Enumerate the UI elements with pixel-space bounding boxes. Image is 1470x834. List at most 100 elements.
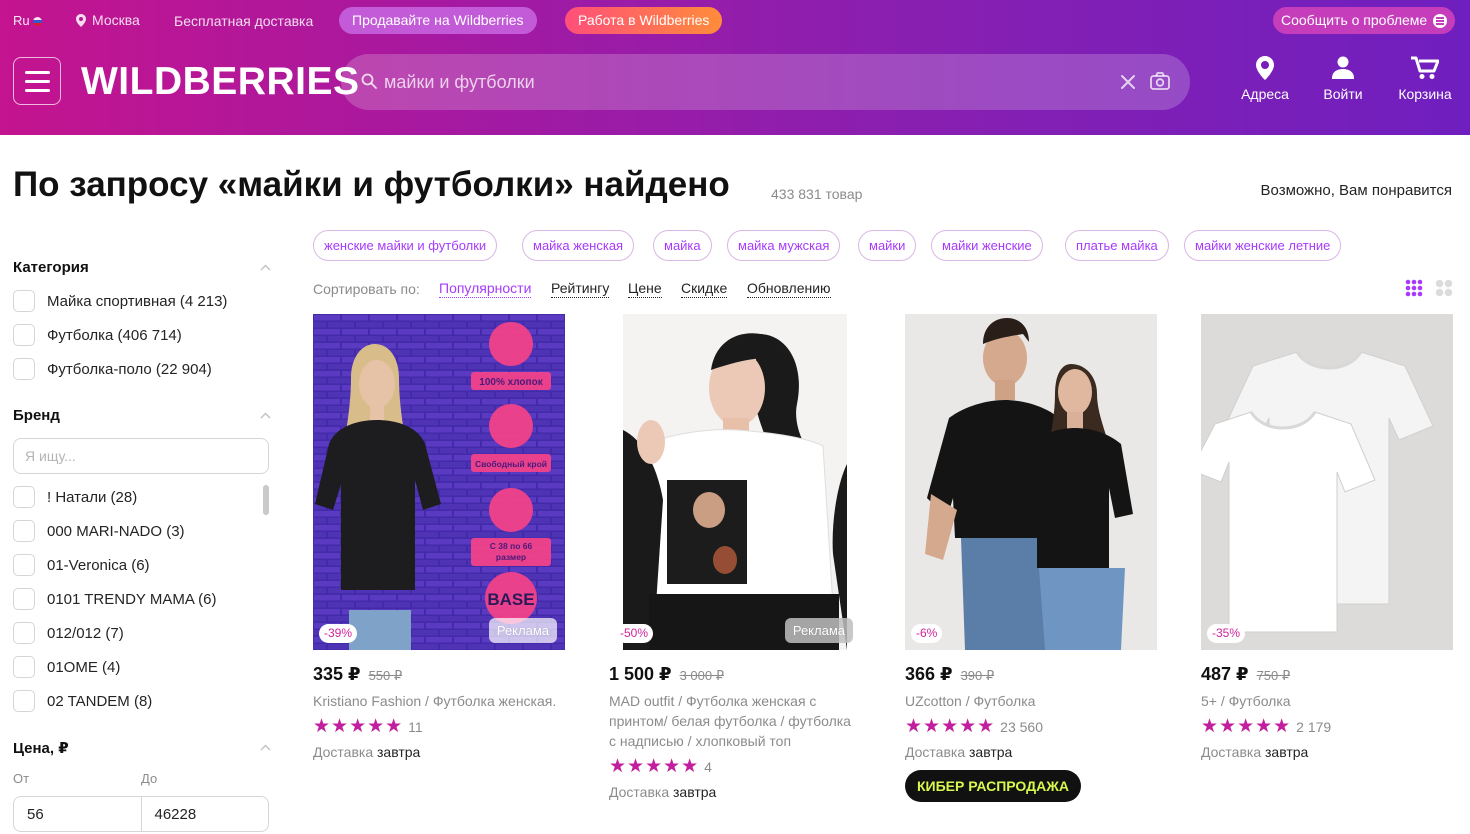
login-button[interactable]: Войти — [1308, 56, 1378, 102]
checkbox[interactable] — [13, 588, 35, 610]
page-title: По запросу «майки и футболки» найдено — [13, 165, 730, 204]
search-tag[interactable]: майка женская — [522, 230, 635, 261]
checkbox[interactable] — [13, 690, 35, 712]
checkbox[interactable] — [13, 290, 35, 312]
search-tag[interactable]: майка мужская — [727, 230, 841, 261]
search-tag[interactable]: майки — [858, 230, 917, 261]
sort-discount[interactable]: Скидке — [681, 280, 728, 298]
price-filter-title: Цена, ₽ — [13, 740, 69, 757]
free-delivery-link[interactable]: Бесплатная доставка — [174, 13, 313, 29]
product-price-row: 335 ₽ 550 ₽ — [313, 664, 573, 685]
brand-option[interactable]: 012/012 (7) — [13, 621, 124, 645]
brand-option[interactable]: 01-Veronica (6) — [13, 553, 150, 577]
product-image[interactable]: 100% хлопок Свободный крой С 38 по 66 ра… — [313, 314, 565, 650]
checkbox[interactable] — [13, 324, 35, 346]
checkbox[interactable] — [13, 486, 35, 508]
search-tag[interactable]: майки женские — [931, 230, 1043, 261]
product-photo: 100% хлопок Свободный крой С 38 по 66 ра… — [313, 314, 565, 650]
review-count: 4 — [704, 758, 712, 775]
grid-large-view-icon[interactable] — [1435, 279, 1453, 297]
product-image[interactable]: -50% Реклама — [609, 314, 861, 650]
search-tag[interactable]: майки женские летние — [1184, 230, 1342, 261]
delivery-date: завтра — [377, 744, 421, 760]
product-name[interactable]: 5+ / Футболка — [1201, 691, 1453, 711]
price-from-input[interactable]: 56 — [14, 797, 141, 831]
grid-small-view-icon[interactable] — [1405, 279, 1423, 297]
cyber-sale-badge[interactable]: КИБЕР РАСПРОДАЖА — [905, 770, 1081, 802]
language-label: Ru — [13, 13, 30, 28]
rating-stars: ★★★★★ — [905, 716, 996, 737]
product-image[interactable]: -35% — [1201, 314, 1453, 650]
brand-option[interactable]: ! Натали (28) — [13, 485, 137, 509]
clear-search-icon[interactable] — [1119, 73, 1137, 91]
brand-option[interactable]: 02 TANDEM (8) — [13, 689, 152, 713]
city-selector[interactable]: Москва — [76, 12, 140, 28]
location-pin-icon — [76, 13, 86, 27]
logo[interactable]: WILDBERRIES — [81, 60, 360, 104]
brand-option[interactable]: 0101 TRENDY MAMA (6) — [13, 587, 217, 611]
cart-icon — [1411, 56, 1439, 79]
rating-stars: ★★★★★ — [609, 756, 700, 777]
addresses-label: Адреса — [1241, 86, 1289, 102]
delivery-date: завтра — [1265, 744, 1309, 760]
search-input[interactable] — [384, 54, 1104, 110]
brand-list-scrollbar[interactable] — [263, 485, 269, 515]
brand-option[interactable]: 01OME (4) — [13, 655, 120, 679]
chevron-up-icon[interactable] — [260, 412, 271, 419]
product-card[interactable]: -35% 487 ₽ 750 ₽ 5+ / Футболка ★★★★★ 2 179… — [1201, 314, 1461, 760]
product-name[interactable]: UZcotton / Футболка — [905, 691, 1157, 711]
location-pin-icon — [1256, 56, 1274, 80]
menu-button[interactable] — [13, 57, 61, 105]
brand-search-input[interactable] — [13, 438, 269, 474]
checkbox[interactable] — [13, 358, 35, 380]
sort-rating[interactable]: Рейтингу — [551, 280, 610, 298]
image-caption-base: BASE — [487, 590, 534, 609]
camera-search-icon[interactable] — [1150, 72, 1170, 90]
work-at-wildberries-button[interactable]: Работа в Wildberries — [565, 7, 723, 34]
image-caption-size-word: размер — [496, 552, 526, 562]
sort-updated[interactable]: Обновлению — [747, 280, 831, 298]
sell-on-wildberries-button[interactable]: Продавайте на Wildberries — [339, 7, 537, 34]
delivery-info: Доставка завтра — [609, 784, 869, 800]
language-switcher[interactable]: Ru — [13, 13, 42, 28]
brand-option-label: ! Натали (28) — [47, 488, 138, 506]
search-tag[interactable]: майка — [653, 230, 712, 261]
cart-label: Корзина — [1398, 86, 1452, 102]
product-name[interactable]: Kristiano Fashion / Футболка женская. — [313, 691, 565, 711]
product-name[interactable]: MAD outfit / Футболка женская с принтом/… — [609, 691, 861, 751]
chevron-up-icon[interactable] — [260, 744, 271, 751]
delivery-prefix: Доставка — [313, 744, 378, 760]
category-option[interactable]: Футболка (406 714) — [13, 323, 182, 347]
old-price: 3 000 ₽ — [679, 668, 724, 683]
price-from-label: От — [13, 771, 30, 786]
brand-option-label: 01-Veronica (6) — [47, 556, 150, 574]
brand-option[interactable]: 000 MARI-NADO (3) — [13, 519, 185, 543]
product-card[interactable]: -6% 366 ₽ 390 ₽ UZcotton / Футболка ★★★★★… — [905, 314, 1165, 802]
search-tag[interactable]: платье майка — [1065, 230, 1169, 261]
top-bar: Ru Москва Бесплатная доставка Продавайте… — [0, 0, 1470, 42]
sort-price[interactable]: Цене — [628, 280, 662, 298]
brand-option-label: 02 TANDEM (8) — [47, 692, 153, 710]
chevron-up-icon[interactable] — [260, 264, 271, 271]
checkbox[interactable] — [13, 622, 35, 644]
price-to-label: До — [141, 771, 158, 786]
price-to-input[interactable]: 46228 — [140, 797, 269, 831]
product-card[interactable]: 100% хлопок Свободный крой С 38 по 66 ра… — [313, 314, 573, 760]
product-photo — [1201, 314, 1453, 650]
product-image[interactable]: -6% — [905, 314, 1157, 650]
search-tag[interactable]: женские майки и футболки — [313, 230, 498, 261]
discount-badge: -6% — [911, 624, 943, 643]
sort-popularity[interactable]: Популярности — [439, 280, 532, 298]
product-card[interactable]: -50% Реклама 1 500 ₽ 3 000 ₽ MAD outfit /… — [609, 314, 869, 800]
checkbox[interactable] — [13, 656, 35, 678]
addresses-button[interactable]: Адреса — [1230, 56, 1300, 102]
category-option[interactable]: Футболка-поло (22 904) — [13, 357, 212, 381]
review-count: 23 560 — [1000, 718, 1043, 735]
checkbox[interactable] — [13, 520, 35, 542]
cart-button[interactable]: Корзина — [1390, 56, 1460, 102]
report-problem-button[interactable]: Сообщить о проблеме — [1273, 7, 1456, 34]
site-header: Ru Москва Бесплатная доставка Продавайте… — [0, 0, 1470, 135]
category-option[interactable]: Майка спортивная (4 213) — [13, 289, 227, 313]
checkbox[interactable] — [13, 554, 35, 576]
delivery-prefix: Доставка — [905, 744, 970, 760]
